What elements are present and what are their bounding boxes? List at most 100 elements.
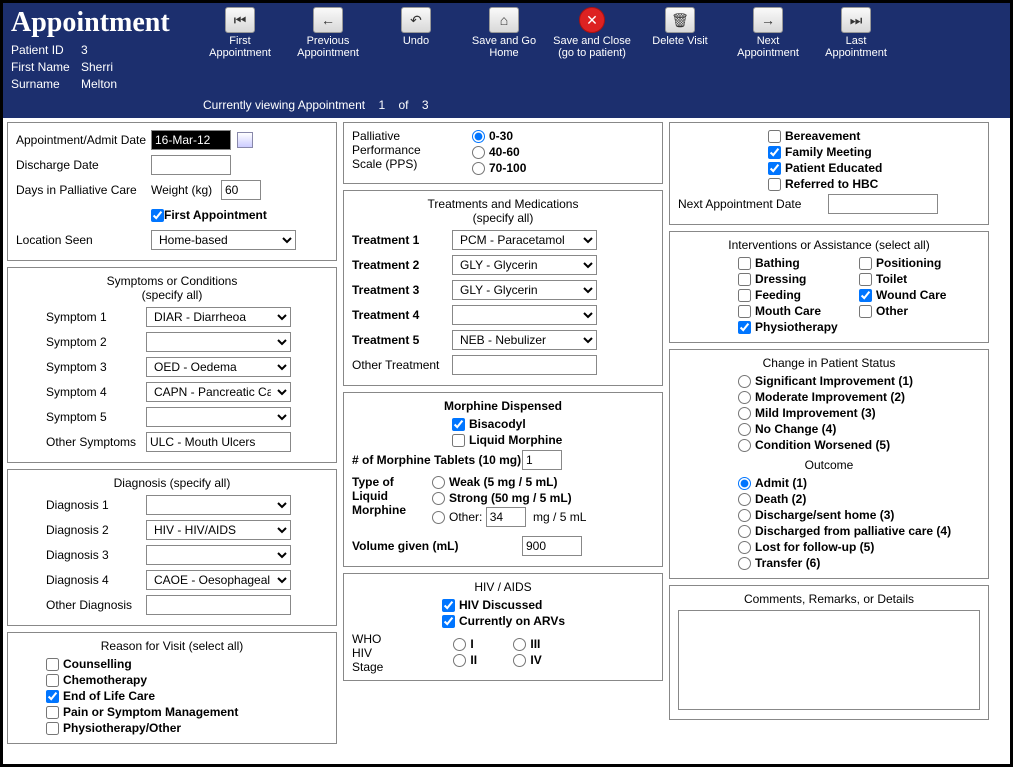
stage-1-label: I	[470, 637, 473, 651]
sc4-radio[interactable]	[738, 423, 751, 436]
undo-button[interactable]: ↶Undo	[377, 7, 455, 94]
symptom5-select[interactable]	[146, 407, 291, 427]
volume-input[interactable]	[522, 536, 582, 556]
other-radio[interactable]	[432, 511, 445, 524]
pps-70-100-radio[interactable]	[472, 162, 485, 175]
dressing-checkbox[interactable]	[738, 273, 751, 286]
oc2-radio[interactable]	[738, 493, 751, 506]
last-appointment-button[interactable]: ⏭Last Appointment	[817, 7, 895, 94]
sc3-radio[interactable]	[738, 407, 751, 420]
volume-label: Volume given (mL)	[352, 539, 522, 553]
treatment5-select[interactable]: NEB - Nebulizer	[452, 330, 597, 350]
discharge-input[interactable]	[151, 155, 231, 175]
oc5-radio[interactable]	[738, 541, 751, 554]
other-treatment-label: Other Treatment	[352, 358, 452, 372]
status-viewing-label: Currently viewing Appointment	[203, 98, 365, 112]
other-symptoms-input[interactable]	[146, 432, 291, 452]
symptom2-select[interactable]	[146, 332, 291, 352]
tablets-input[interactable]	[522, 450, 562, 470]
toilet-checkbox[interactable]	[859, 273, 872, 286]
calendar-icon[interactable]	[237, 132, 253, 148]
other-mg-input[interactable]	[486, 507, 526, 527]
oc1-radio[interactable]	[738, 477, 751, 490]
bereavement-checkbox[interactable]	[768, 130, 781, 143]
oc3-radio[interactable]	[738, 509, 751, 522]
other-diagnosis-input[interactable]	[146, 595, 291, 615]
symptoms-subtitle: (specify all)	[142, 288, 203, 302]
diagnosis4-select[interactable]: CAOE - Oesophageal Car	[146, 570, 291, 590]
diagnosis3-select[interactable]	[146, 545, 291, 565]
save-home-button[interactable]: ⌂Save and Go Home	[465, 7, 543, 94]
comments-textarea[interactable]	[678, 610, 980, 710]
symptom3-select[interactable]: OED - Oedema	[146, 357, 291, 377]
feeding-label: Feeding	[755, 288, 801, 302]
feeding-checkbox[interactable]	[738, 289, 751, 302]
status-total: 3	[422, 98, 429, 112]
chemo-checkbox[interactable]	[46, 674, 59, 687]
t4-label: Treatment 4	[352, 308, 452, 322]
wound-label: Wound Care	[876, 288, 946, 302]
bisacodyl-checkbox[interactable]	[452, 418, 465, 431]
treatment2-select[interactable]: GLY - Glycerin	[452, 255, 597, 275]
educated-checkbox[interactable]	[768, 162, 781, 175]
counselling-checkbox[interactable]	[46, 658, 59, 671]
other-int-checkbox[interactable]	[859, 305, 872, 318]
first-appointment-button[interactable]: ⏮First Appointment	[201, 7, 279, 94]
wound-checkbox[interactable]	[859, 289, 872, 302]
treatment4-select[interactable]	[452, 305, 597, 325]
family-checkbox[interactable]	[768, 146, 781, 159]
stage-1-radio[interactable]	[453, 638, 466, 651]
strong-label: Strong (50 mg / 5 mL)	[449, 491, 572, 505]
toilet-label: Toilet	[876, 272, 907, 286]
bathing-checkbox[interactable]	[738, 257, 751, 270]
symptom1-select[interactable]: DIAR - Diarrheoa	[146, 307, 291, 327]
diagnosis2-select[interactable]: HIV - HIV/AIDS	[146, 520, 291, 540]
first-appt-checkbox[interactable]	[151, 209, 164, 222]
sc5-radio[interactable]	[738, 439, 751, 452]
oc6-radio[interactable]	[738, 557, 751, 570]
stage-3-radio[interactable]	[513, 638, 526, 651]
first-name-label: First Name	[11, 60, 81, 74]
other-label: Other:	[449, 510, 482, 524]
strong-radio[interactable]	[432, 492, 445, 505]
oc4-radio[interactable]	[738, 525, 751, 538]
location-select[interactable]: Home-based	[151, 230, 296, 250]
save-close-button[interactable]: ✕Save and Close (go to patient)	[553, 7, 631, 94]
physio-int-checkbox[interactable]	[738, 321, 751, 334]
s5-label: Symptom 5	[46, 410, 146, 424]
status-change-title: Change in Patient Status	[678, 356, 980, 370]
diagnosis1-select[interactable]	[146, 495, 291, 515]
home-icon: ⌂	[489, 7, 519, 33]
appt-date-input[interactable]	[151, 130, 231, 150]
previous-appointment-button[interactable]: ←Previous Appointment	[289, 7, 367, 94]
other-treatment-input[interactable]	[452, 355, 597, 375]
pps-40-60-radio[interactable]	[472, 146, 485, 159]
next-appt-input[interactable]	[828, 194, 938, 214]
eol-checkbox[interactable]	[46, 690, 59, 703]
next-appointment-button[interactable]: →Next Appointment	[729, 7, 807, 94]
s1-label: Symptom 1	[46, 310, 146, 324]
stage-2-radio[interactable]	[453, 654, 466, 667]
bathing-label: Bathing	[755, 256, 800, 270]
symptoms-title: Symptoms or Conditions	[107, 274, 238, 288]
positioning-checkbox[interactable]	[859, 257, 872, 270]
sc2-radio[interactable]	[738, 391, 751, 404]
hbc-checkbox[interactable]	[768, 178, 781, 191]
sc1-radio[interactable]	[738, 375, 751, 388]
physio-checkbox[interactable]	[46, 722, 59, 735]
treatment3-select[interactable]: GLY - Glycerin	[452, 280, 597, 300]
treatment1-select[interactable]: PCM - Paracetamol	[452, 230, 597, 250]
stage-4-radio[interactable]	[513, 654, 526, 667]
delete-visit-button[interactable]: 🗑Delete Visit	[641, 7, 719, 94]
location-label: Location Seen	[16, 233, 151, 247]
weight-input[interactable]	[221, 180, 261, 200]
mouth-checkbox[interactable]	[738, 305, 751, 318]
pps-0-30-radio[interactable]	[472, 130, 485, 143]
hiv-discussed-checkbox[interactable]	[442, 599, 455, 612]
arvs-checkbox[interactable]	[442, 615, 455, 628]
liquid-morphine-checkbox[interactable]	[452, 434, 465, 447]
symptom4-select[interactable]: CAPN - Pancreatic Cance	[146, 382, 291, 402]
oc5-label: Lost for follow-up (5)	[755, 540, 874, 554]
pain-checkbox[interactable]	[46, 706, 59, 719]
weak-radio[interactable]	[432, 476, 445, 489]
